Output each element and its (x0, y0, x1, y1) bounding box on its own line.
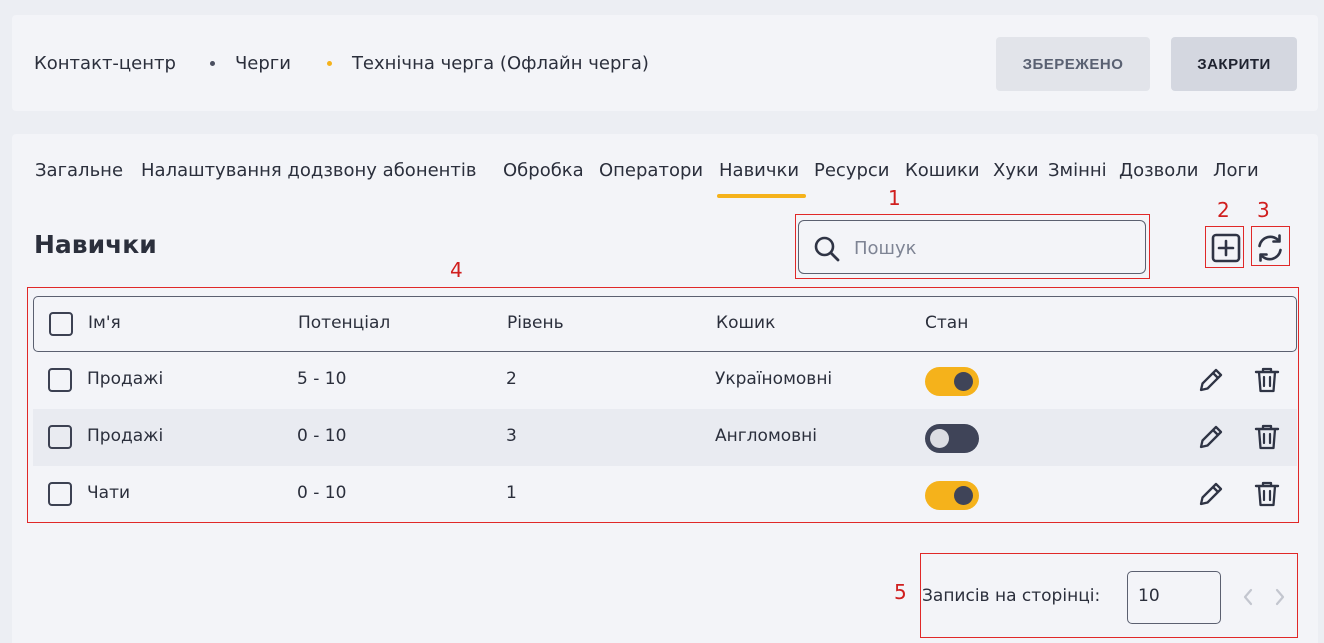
tab-buckets[interactable]: Кошики (905, 160, 980, 181)
tab-permissions[interactable]: Дозволи (1119, 160, 1198, 181)
tab-general[interactable]: Загальне (35, 160, 123, 181)
breadcrumb-separator-dot-active (326, 61, 332, 66)
annotation-number-1: 1 (888, 186, 901, 210)
header-card: Контакт-центр Черги Технічна черга (Офла… (12, 15, 1318, 111)
annotation-box-pagination (920, 553, 1298, 638)
breadcrumb-separator-dot (209, 61, 215, 66)
annotation-number-5: 5 (894, 580, 907, 604)
annotation-number-3: 3 (1257, 198, 1270, 222)
tab-operators[interactable]: Оператори (599, 160, 703, 181)
saved-button[interactable]: ЗБЕРЕЖЕНО (996, 37, 1150, 91)
active-tab-indicator (717, 194, 806, 198)
tab-skills[interactable]: Навички (719, 160, 799, 181)
annotation-box-refresh (1251, 226, 1290, 266)
close-button[interactable]: ЗАКРИТИ (1171, 37, 1297, 91)
breadcrumb: Контакт-центр Черги Технічна черга (Офла… (34, 53, 649, 74)
breadcrumb-item-contact-center[interactable]: Контакт-центр (34, 53, 176, 74)
tab-processing[interactable]: Обробка (503, 160, 584, 181)
annotation-number-2: 2 (1217, 198, 1230, 222)
tab-hooks[interactable]: Хуки (993, 160, 1039, 181)
page-title: Навички (34, 230, 157, 259)
breadcrumb-item-current-queue: Технічна черга (Офлайн черга) (351, 53, 649, 74)
annotation-box-add (1205, 226, 1244, 268)
annotation-box-table (27, 287, 1299, 523)
tab-dialing-settings[interactable]: Налаштування додзвону абонентів (141, 160, 477, 181)
annotation-number-4: 4 (450, 258, 463, 282)
annotation-box-search (795, 214, 1150, 279)
breadcrumb-item-queues[interactable]: Черги (235, 53, 291, 74)
tab-resources[interactable]: Ресурси (814, 160, 890, 181)
tab-logs[interactable]: Логи (1213, 160, 1259, 181)
tab-variables[interactable]: Змінні (1048, 160, 1107, 181)
